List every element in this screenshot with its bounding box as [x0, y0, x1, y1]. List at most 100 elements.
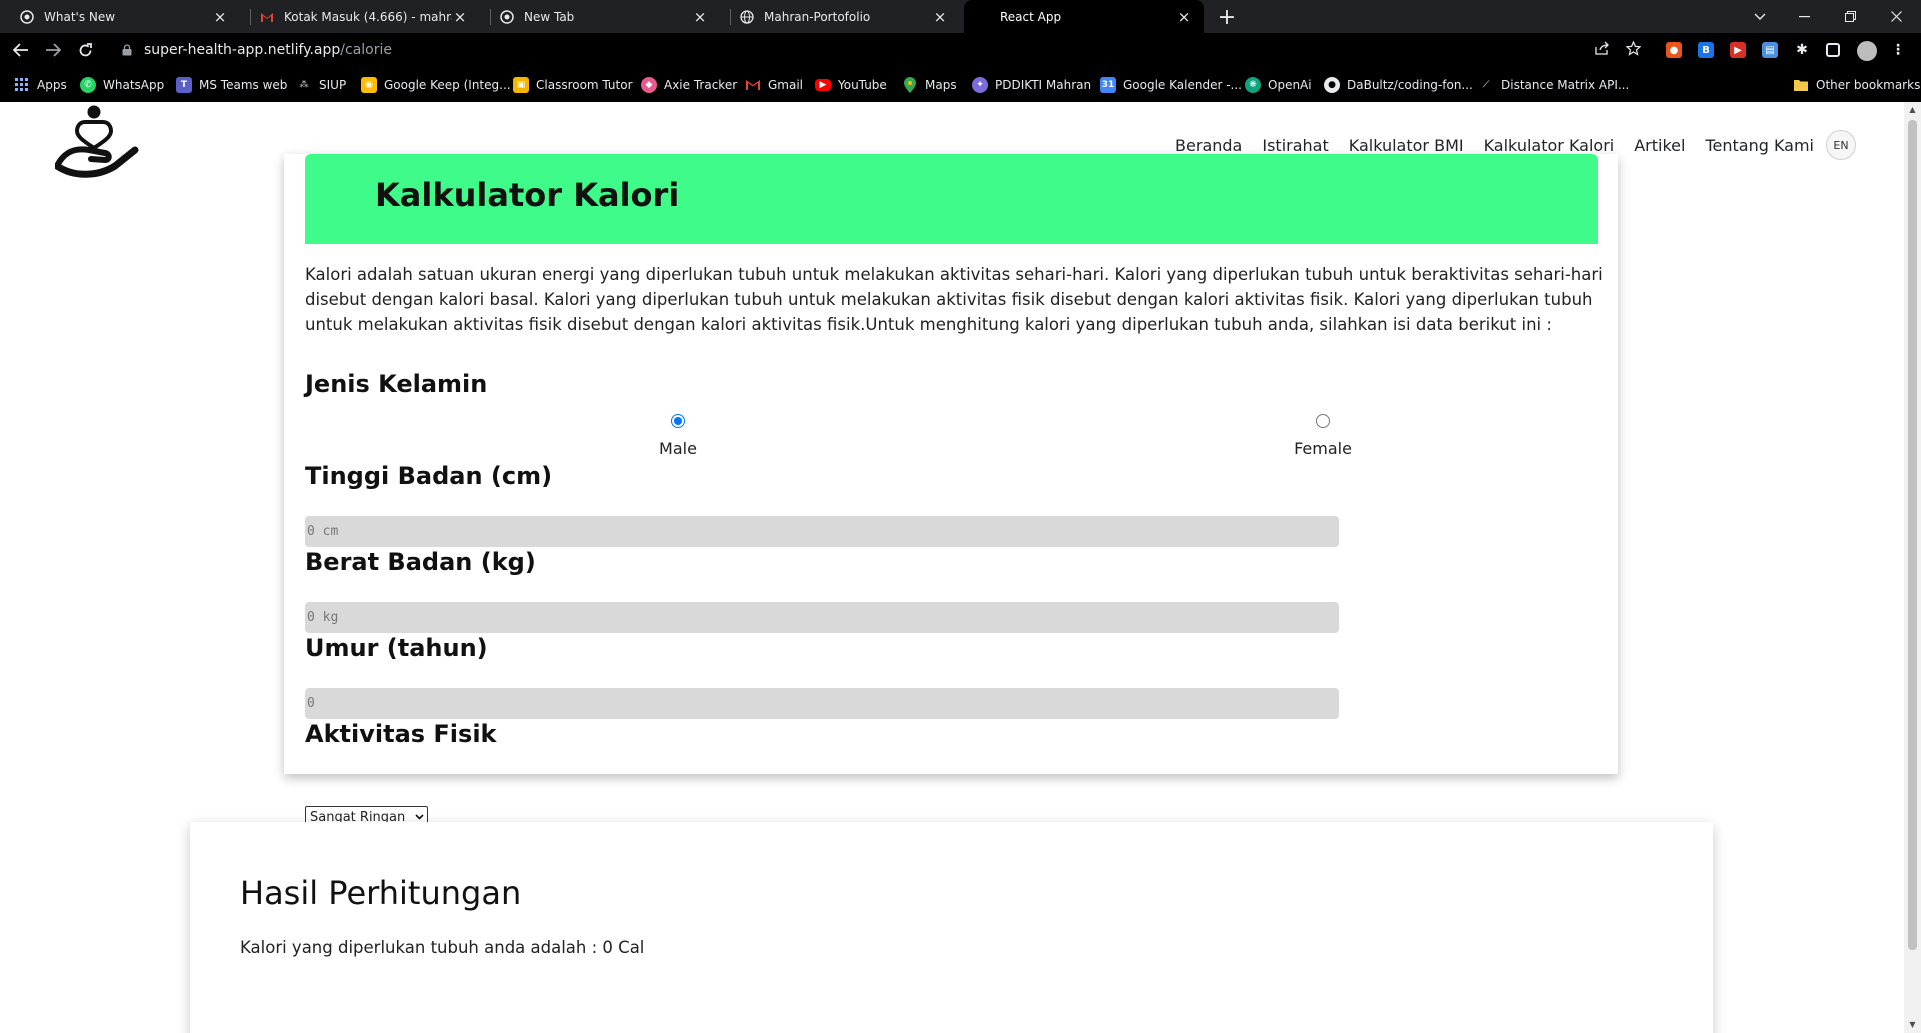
gender-female-option[interactable]: Female [1263, 414, 1383, 458]
scroll-down-icon[interactable]: ▼ [1908, 1020, 1917, 1030]
whatsapp-icon: ✆ [80, 76, 96, 93]
bookmarks-bar: Apps ✆ WhatsApp T MS Teams web ⁂ SIUP ◉ Goog… [0, 67, 1921, 102]
male-radio-label[interactable]: Male [618, 439, 738, 458]
height-label: Tinggi Badan (cm) [305, 462, 553, 490]
keep-icon: ◉ [361, 76, 377, 93]
nav-kalkulator-kalori[interactable]: Kalkulator Kalori [1484, 136, 1615, 155]
female-radio[interactable] [1316, 414, 1330, 428]
address-bar[interactable]: super-health-app.netlify.app/calorie [108, 36, 1656, 64]
bookmark-github[interactable]: ● DaBultz/coding-fon... [1324, 67, 1473, 102]
card-header: Kalkulator Kalori [305, 154, 1598, 244]
forward-arrow-icon[interactable] [40, 37, 66, 63]
nav-artikel[interactable]: Artikel [1634, 136, 1685, 155]
bookmark-distance-matrix[interactable]: ⟋ Distance Matrix API... [1478, 67, 1629, 102]
nav-kalkulator-bmi[interactable]: Kalkulator BMI [1349, 136, 1464, 155]
bookmark-teams[interactable]: T MS Teams web [176, 67, 287, 102]
female-radio-label[interactable]: Female [1263, 439, 1383, 458]
scroll-up-icon[interactable]: ▲ [1908, 105, 1917, 115]
close-icon[interactable]: × [932, 8, 948, 26]
browser-toolbar: super-health-app.netlify.app/calorie [0, 33, 1921, 67]
nav-istirahat[interactable]: Istirahat [1262, 136, 1328, 155]
close-icon[interactable]: × [212, 8, 228, 26]
bookmark-pddikti[interactable]: ✦ PDDIKTI Mahran [972, 67, 1091, 102]
page-viewport: Beranda Istirahat Kalkulator BMI Kalkula… [0, 102, 1904, 1033]
extension-video-icon[interactable]: ▶ [1730, 42, 1746, 58]
minimize-icon[interactable] [1784, 0, 1824, 33]
scrollbar-thumb[interactable] [1908, 120, 1917, 950]
globe-icon [740, 9, 754, 24]
male-radio[interactable] [671, 414, 685, 428]
pddikti-icon: ✦ [972, 76, 988, 93]
result-card: Hasil Perhitungan Kalori yang diperlukan… [190, 822, 1713, 1033]
url-path: /calorie [340, 42, 392, 58]
tab-react-app[interactable]: React App × [964, 0, 1204, 33]
bookmark-apps[interactable]: Apps [14, 67, 67, 102]
weight-label: Berat Badan (kg) [305, 548, 536, 576]
bookmark-other[interactable]: Other bookmarks [1793, 67, 1920, 102]
age-label: Umur (tahun) [305, 634, 488, 662]
url-host: super-health-app.netlify.app [144, 42, 341, 58]
extensions-puzzle-icon[interactable]: ✱ [1794, 42, 1810, 58]
new-tab-button[interactable]: + [1214, 4, 1240, 30]
intro-paragraph: Kalori adalah satuan ukuran energi yang … [305, 265, 1603, 334]
gmail-icon [260, 10, 274, 24]
calorie-calculator-card: Kalkulator Kalori Kalori adalah satuan u… [284, 154, 1618, 828]
nav-tentang-kami[interactable]: Tentang Kami [1705, 136, 1814, 155]
side-panel-icon[interactable] [1826, 43, 1840, 57]
close-icon[interactable]: × [452, 8, 468, 26]
restore-icon[interactable] [1830, 0, 1870, 33]
back-arrow-icon[interactable] [8, 37, 34, 63]
close-icon[interactable]: × [1176, 8, 1192, 26]
calendar-icon: 31 [1100, 76, 1116, 93]
language-toggle-button[interactable]: EN [1826, 130, 1856, 160]
bookmark-maps[interactable]: Maps [902, 67, 957, 102]
share-icon[interactable] [1593, 39, 1611, 57]
nav-beranda[interactable]: Beranda [1175, 136, 1242, 155]
tab-new-tab[interactable]: New Tab × [480, 0, 720, 33]
teams-icon: T [176, 76, 192, 93]
close-icon[interactable]: × [692, 8, 708, 26]
activity-label: Aktivitas Fisik [305, 720, 497, 748]
apps-grid-icon [14, 77, 30, 93]
profile-avatar[interactable] [1857, 41, 1877, 61]
tab-whats-new[interactable]: What's New × [0, 0, 240, 33]
bookmark-youtube[interactable]: ▶ YouTube [815, 67, 887, 102]
reload-icon[interactable] [72, 37, 98, 63]
tab-search-icon[interactable] [1740, 0, 1780, 33]
bookmark-gmail[interactable]: Gmail [745, 67, 803, 102]
bookmark-keep[interactable]: ◉ Google Keep (Integ... [361, 67, 511, 102]
bookmark-star-icon[interactable] [1624, 39, 1642, 57]
extension-fire-icon[interactable]: ● [1666, 42, 1682, 58]
bookmark-siup[interactable]: ⁂ SIUP [296, 67, 346, 102]
extension-bitwarden-icon[interactable]: B [1698, 42, 1714, 58]
tab-gmail[interactable]: Kotak Masuk (4.666) - mahran.raj × [240, 0, 480, 33]
bookmark-whatsapp[interactable]: ✆ WhatsApp [80, 67, 164, 102]
siup-icon: ⁂ [299, 79, 309, 90]
tab-portfolio[interactable]: Mahran-Portofolio × [720, 0, 960, 33]
result-title: Hasil Perhitungan [240, 874, 522, 912]
lock-icon[interactable] [120, 43, 134, 57]
bookmark-axie[interactable]: ◆ Axie Tracker [641, 67, 737, 102]
tab-strip: What's New × Kotak Masuk (4.666) - mahra… [0, 0, 1921, 33]
maps-icon [902, 76, 918, 93]
extension-docs-icon[interactable]: ▤ [1762, 42, 1778, 58]
bookmark-classroom[interactable]: ▣ Classroom Tutor [513, 67, 633, 102]
window-close-icon[interactable] [1876, 0, 1916, 33]
distance-icon: ⟋ [1482, 79, 1490, 90]
result-text: Kalori yang diperlukan tubuh anda adalah… [240, 938, 645, 957]
folder-icon [1793, 77, 1809, 93]
care-hand-logo-icon[interactable] [53, 104, 139, 178]
menu-kebab-icon[interactable]: ⋮ [1890, 42, 1906, 58]
page-title: Kalkulator Kalori [375, 176, 680, 214]
weight-input[interactable] [305, 602, 1339, 633]
github-icon: ● [1324, 76, 1340, 93]
bookmark-openai[interactable]: ❋ OpenAi [1245, 67, 1312, 102]
classroom-icon: ▣ [513, 76, 529, 93]
gender-male-option[interactable]: Male [618, 414, 738, 458]
axie-icon: ◆ [641, 76, 657, 93]
age-input[interactable] [305, 688, 1339, 719]
height-input[interactable] [305, 516, 1339, 547]
bookmark-calendar[interactable]: 31 Google Kalender -... [1100, 67, 1242, 102]
page-scrollbar[interactable]: ▲ ▼ [1904, 102, 1921, 1033]
chevron-down-icon [415, 812, 424, 823]
